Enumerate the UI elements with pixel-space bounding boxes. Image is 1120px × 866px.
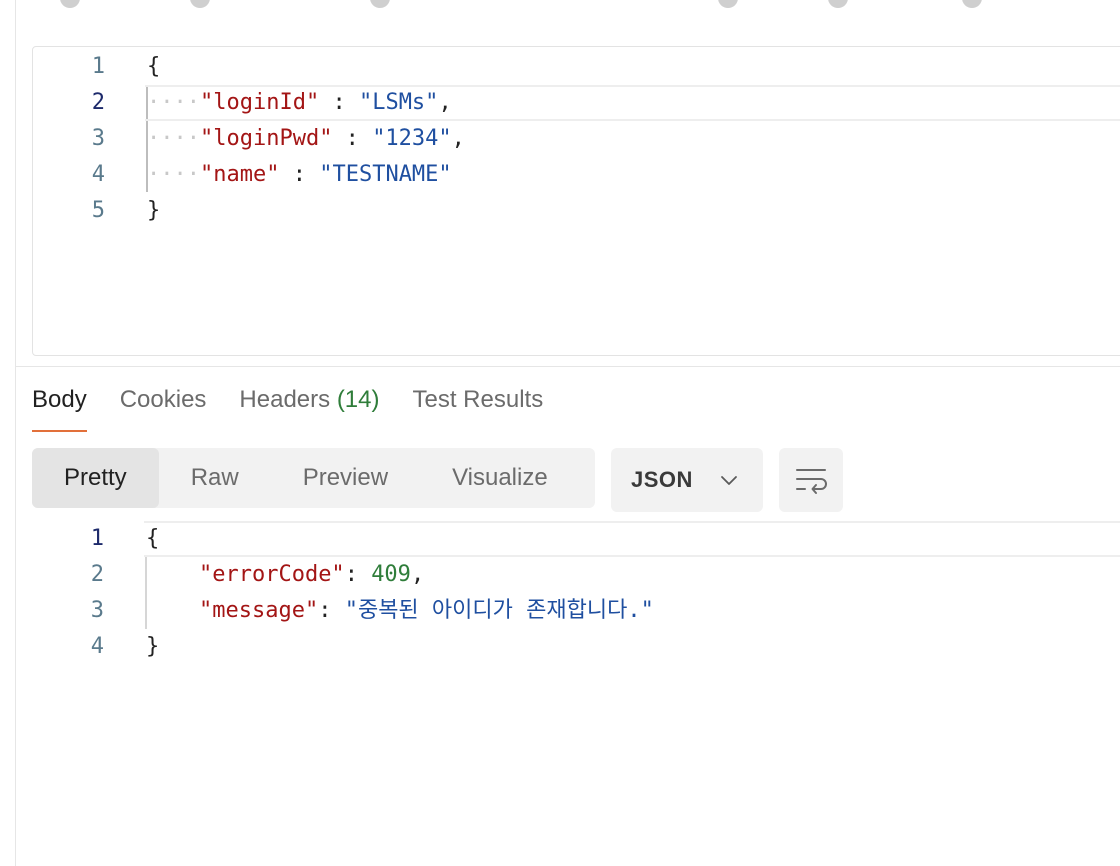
current-line-highlight	[144, 521, 1120, 557]
line-number: 4	[90, 634, 104, 659]
line-number: 2	[90, 562, 104, 587]
wrap-lines-icon	[796, 469, 827, 494]
view-mode-preview[interactable]: Preview	[271, 448, 420, 508]
code-text: "errorCode": 409,	[146, 557, 424, 593]
json-separator: :	[319, 90, 359, 115]
format-dropdown-value: JSON	[631, 467, 693, 492]
json-key: "message"	[198, 598, 319, 623]
code-text: }	[146, 634, 160, 659]
tab-body[interactable]: Body	[32, 380, 87, 432]
wrap-lines-button[interactable]	[779, 448, 843, 512]
code-text: ····"loginPwd" : "1234",	[147, 126, 465, 151]
tab-label: Test Results	[412, 386, 544, 413]
headers-count-badge: (14)	[336, 386, 380, 413]
code-text: ····"loginId" : "LSMs",	[147, 90, 452, 115]
pane-divider[interactable]	[16, 366, 1120, 367]
json-key: "name"	[199, 162, 280, 187]
code-line[interactable]: 4 ····"name" : "TESTNAME"	[33, 157, 1120, 193]
response-code[interactable]: 1 { 2 "errorCode": 409, 3 "message": "중복…	[32, 521, 1120, 665]
code-line[interactable]: 3 "message": "중복된 아이디가 존재합니다."	[32, 593, 1120, 629]
code-text: {	[146, 526, 160, 551]
code-text: {	[147, 54, 161, 79]
code-line-current[interactable]: 1 {	[32, 521, 1120, 557]
line-number: 1	[90, 526, 104, 551]
code-line[interactable]: 2 "errorCode": 409,	[32, 557, 1120, 593]
line-number: 3	[90, 598, 104, 623]
json-separator: :	[332, 126, 373, 151]
line-number: 1	[91, 54, 105, 79]
radio-icon[interactable]	[828, 0, 848, 8]
code-text: }	[147, 198, 161, 223]
code-text: ····"name" : "TESTNAME"	[147, 162, 452, 187]
code-text: "message": "중복된 아이디가 존재합니다."	[146, 593, 654, 629]
window-left-border	[15, 0, 16, 866]
json-value: "TESTNAME"	[319, 162, 452, 187]
json-comma: ,	[410, 562, 425, 587]
code-line[interactable]: 3 ····"loginPwd" : "1234",	[33, 121, 1120, 157]
view-mode-selector: Pretty Raw Preview Visualize	[32, 448, 595, 508]
json-key: "loginId"	[199, 90, 320, 115]
code-line[interactable]: 5 }	[33, 193, 1120, 229]
view-mode-pretty[interactable]: Pretty	[32, 448, 159, 508]
json-comma: ,	[438, 90, 452, 115]
json-colon: :	[318, 598, 345, 623]
line-number: 3	[91, 126, 105, 151]
json-key: "loginPwd"	[199, 126, 333, 151]
line-number: 4	[91, 162, 105, 187]
radio-icon[interactable]	[962, 0, 982, 8]
json-value: "1234"	[372, 126, 452, 151]
json-value: "LSMs"	[358, 90, 439, 115]
json-value: 409	[371, 562, 411, 587]
code-line-current[interactable]: 2 ····"loginId" : "LSMs",	[33, 85, 1120, 121]
top-options-strip	[0, 0, 1120, 8]
line-number: 5	[91, 198, 105, 223]
radio-icon[interactable]	[190, 0, 210, 8]
code-line[interactable]: 1 {	[33, 49, 1120, 85]
request-body-editor[interactable]: 1 { 2 ····"loginId" : "LSMs", 3 ····"log…	[32, 46, 1120, 356]
tab-label: Cookies	[119, 386, 207, 413]
json-colon: :	[344, 562, 372, 587]
view-mode-raw[interactable]: Raw	[159, 448, 271, 508]
json-separator: :	[279, 162, 320, 187]
radio-icon[interactable]	[60, 0, 80, 8]
tab-test-results[interactable]: Test Results	[413, 380, 544, 432]
response-body-viewer[interactable]: 1 { 2 "errorCode": 409, 3 "message": "중복…	[32, 520, 1120, 866]
tab-cookies[interactable]: Cookies	[120, 380, 207, 432]
response-tabs: Body Cookies Headers (14) Test Results	[32, 380, 576, 432]
format-dropdown[interactable]: JSON	[611, 448, 763, 512]
json-comma: ,	[451, 126, 465, 151]
tab-label: Body	[32, 386, 87, 413]
json-value: "중복된 아이디가 존재합니다."	[344, 598, 654, 623]
request-code[interactable]: 1 { 2 ····"loginId" : "LSMs", 3 ····"log…	[33, 49, 1120, 229]
radio-icon[interactable]	[370, 0, 390, 8]
tab-label: Headers	[239, 386, 331, 413]
view-mode-visualize[interactable]: Visualize	[420, 448, 580, 508]
chevron-down-icon	[721, 476, 737, 485]
radio-icon[interactable]	[718, 0, 738, 8]
code-line[interactable]: 4 }	[32, 629, 1120, 665]
line-number: 2	[91, 90, 105, 115]
tab-headers[interactable]: Headers (14)	[239, 380, 379, 432]
json-key: "errorCode"	[198, 562, 345, 587]
